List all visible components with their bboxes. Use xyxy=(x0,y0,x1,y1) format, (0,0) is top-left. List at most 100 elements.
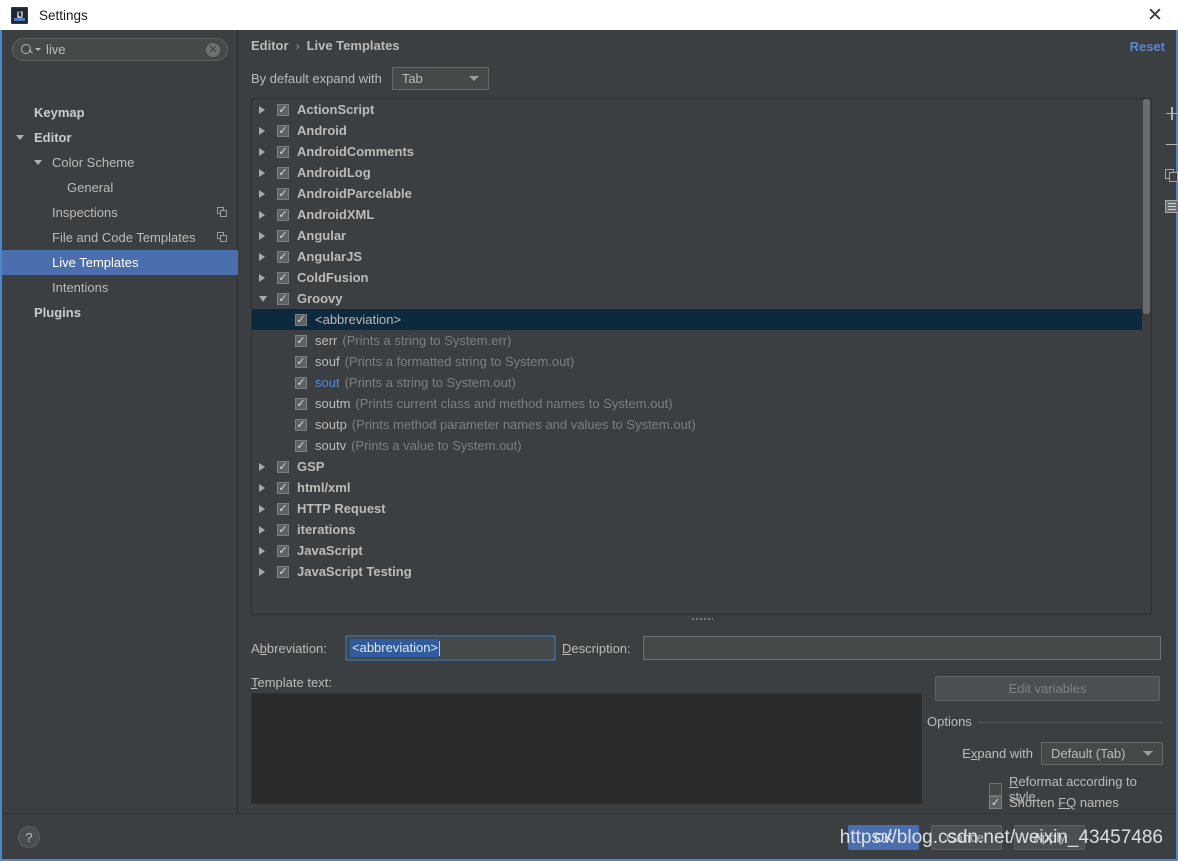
copy-icon[interactable] xyxy=(217,232,228,243)
sidebar-item-editor[interactable]: Editor xyxy=(2,125,238,150)
checkbox-icon[interactable] xyxy=(295,355,307,368)
checkbox-icon[interactable] xyxy=(277,124,289,137)
tree-row[interactable]: ActionScript xyxy=(252,99,1151,120)
ok-button[interactable]: OK xyxy=(848,825,919,850)
tree-row[interactable]: souf (Prints a formatted string to System… xyxy=(252,351,1151,372)
help-button[interactable]: ? xyxy=(18,826,40,848)
search-input[interactable]: live ✕ xyxy=(12,38,228,61)
cancel-button[interactable]: Cancel xyxy=(931,825,1002,850)
tree-row[interactable]: Groovy xyxy=(252,288,1151,309)
add-template-button[interactable] xyxy=(1157,98,1178,129)
tree-row[interactable]: JavaScript xyxy=(252,540,1151,561)
tree-row[interactable]: AndroidXML xyxy=(252,204,1151,225)
chevron-down-icon[interactable] xyxy=(34,160,42,165)
sidebar-item-keymap[interactable]: Keymap xyxy=(2,100,238,125)
abbreviation-input[interactable]: <abbreviation> xyxy=(345,635,556,661)
tree-row[interactable]: AndroidLog xyxy=(252,162,1151,183)
chevron-right-icon[interactable] xyxy=(259,462,265,471)
edit-variables-button[interactable]: Edit variables xyxy=(935,676,1160,701)
checkbox-icon[interactable] xyxy=(295,313,307,326)
copy-icon[interactable] xyxy=(217,207,228,218)
reset-link[interactable]: Reset xyxy=(1130,39,1165,54)
checkbox-icon[interactable] xyxy=(277,229,289,242)
checkbox-icon[interactable] xyxy=(277,103,289,116)
chevron-right-icon[interactable] xyxy=(259,126,265,135)
checkbox-icon[interactable] xyxy=(295,418,307,431)
chevron-right-icon[interactable] xyxy=(259,525,265,534)
apply-button[interactable]: Apply xyxy=(1014,825,1085,850)
tree-row[interactable]: html/xml xyxy=(252,477,1151,498)
tree-row[interactable]: AngularJS xyxy=(252,246,1151,267)
tree-row[interactable]: JavaScript Testing xyxy=(252,561,1151,582)
tree-row[interactable]: AndroidParcelable xyxy=(252,183,1151,204)
tree-row[interactable]: soutv (Prints a value to System.out) xyxy=(252,435,1151,456)
checkbox-icon[interactable] xyxy=(277,187,289,200)
template-group-button[interactable] xyxy=(1157,191,1178,222)
checkbox-icon[interactable] xyxy=(277,544,289,557)
checkbox-icon[interactable] xyxy=(277,565,289,578)
close-icon[interactable]: ✕ xyxy=(1132,0,1178,30)
chevron-down-icon[interactable] xyxy=(259,295,267,302)
checkbox-icon[interactable] xyxy=(277,166,289,179)
checkbox-icon[interactable] xyxy=(295,334,307,347)
tree-scrollbar-thumb[interactable] xyxy=(1143,99,1150,314)
checkbox-icon[interactable] xyxy=(295,376,307,389)
tree-row[interactable]: AndroidComments xyxy=(252,141,1151,162)
tree-row[interactable]: soutp (Prints method parameter names and … xyxy=(252,414,1151,435)
chevron-right-icon[interactable] xyxy=(259,210,265,219)
chevron-right-icon[interactable] xyxy=(259,147,265,156)
tree-row[interactable]: <abbreviation> xyxy=(252,309,1151,330)
checkbox-icon[interactable] xyxy=(277,502,289,515)
sidebar-item-plugins[interactable]: Plugins xyxy=(2,300,238,325)
checkbox-icon[interactable] xyxy=(277,250,289,263)
checkbox-icon[interactable] xyxy=(277,523,289,536)
sidebar-item-live-templates[interactable]: Live Templates xyxy=(2,250,238,275)
chevron-right-icon[interactable] xyxy=(259,546,265,555)
live-templates-tree[interactable]: ActionScript Android AndroidComments Androi… xyxy=(252,99,1151,614)
sidebar-item-intentions[interactable]: Intentions xyxy=(2,275,238,300)
checkbox-icon[interactable] xyxy=(277,208,289,221)
chevron-right-icon[interactable] xyxy=(259,168,265,177)
chevron-right-icon[interactable] xyxy=(259,483,265,492)
expand-with-label: Expand with xyxy=(962,746,1033,761)
tree-row[interactable]: HTTP Request xyxy=(252,498,1151,519)
clear-search-icon[interactable]: ✕ xyxy=(206,42,220,57)
template-text-editor[interactable] xyxy=(251,693,922,804)
checkbox-icon[interactable] xyxy=(277,460,289,473)
tree-row[interactable]: GSP xyxy=(252,456,1151,477)
chevron-right-icon[interactable] xyxy=(259,273,265,282)
sidebar-item-general[interactable]: General xyxy=(2,175,238,200)
tree-row[interactable]: sout (Prints a string to System.out) xyxy=(252,372,1151,393)
chevron-right-icon[interactable] xyxy=(259,189,265,198)
checkbox-icon[interactable] xyxy=(277,292,289,305)
chevron-right-icon[interactable] xyxy=(259,504,265,513)
splitter-handle[interactable] xyxy=(251,615,1152,624)
tree-row[interactable]: soutm (Prints current class and method na… xyxy=(252,393,1151,414)
checkbox-icon[interactable] xyxy=(277,145,289,158)
expand-with-select[interactable]: Default (Tab) xyxy=(1041,742,1163,765)
tree-row[interactable]: Angular xyxy=(252,225,1151,246)
chevron-right-icon[interactable] xyxy=(259,567,265,576)
default-expand-select[interactable]: Tab xyxy=(391,67,489,90)
checkbox-icon[interactable] xyxy=(277,271,289,284)
checkbox-icon[interactable] xyxy=(277,481,289,494)
sidebar-item-color-scheme[interactable]: Color Scheme xyxy=(2,150,238,175)
breadcrumb-parent[interactable]: Editor xyxy=(251,38,289,53)
sidebar-item-inspections[interactable]: Inspections xyxy=(2,200,238,225)
tree-row[interactable]: serr (Prints a string to System.err) xyxy=(252,330,1151,351)
checkbox-icon[interactable] xyxy=(295,439,307,452)
sidebar-item-file-and-code-templates[interactable]: File and Code Templates xyxy=(2,225,238,250)
chevron-right-icon[interactable] xyxy=(259,252,265,261)
chevron-right-icon[interactable] xyxy=(259,231,265,240)
duplicate-template-button[interactable] xyxy=(1157,160,1178,191)
tree-row[interactable]: Android xyxy=(252,120,1151,141)
tree-row[interactable]: iterations xyxy=(252,519,1151,540)
remove-template-button[interactable] xyxy=(1157,129,1178,160)
chevron-right-icon[interactable] xyxy=(259,105,265,114)
tree-row[interactable]: ColdFusion xyxy=(252,267,1151,288)
shorten-fq-names-checkbox[interactable]: Shorten FQ names xyxy=(989,795,1119,810)
chevron-down-icon[interactable] xyxy=(16,135,24,140)
description-input[interactable] xyxy=(643,636,1161,660)
checkbox-icon[interactable] xyxy=(295,397,307,410)
tree-vertical-scrollbar[interactable] xyxy=(1142,99,1151,614)
